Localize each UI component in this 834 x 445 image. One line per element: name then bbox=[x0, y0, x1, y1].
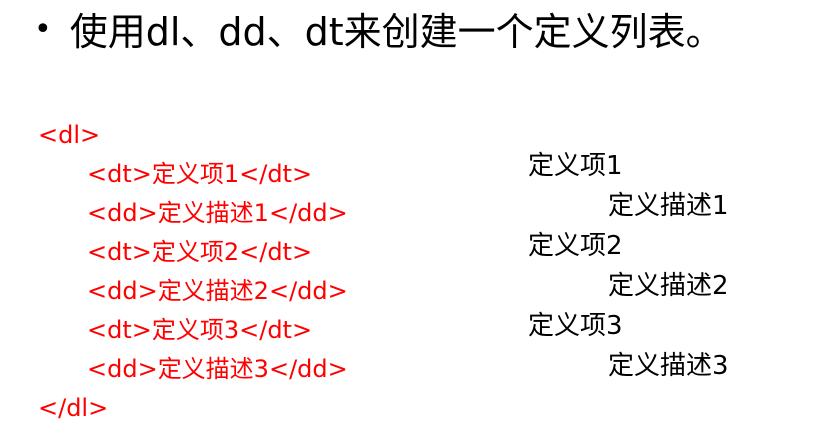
code-line-dd-2: <dd>定义描述2</dd> bbox=[87, 277, 348, 305]
definition-desc-2: 定义描述2 bbox=[608, 271, 729, 301]
code-line-dl-close: </dl> bbox=[38, 394, 109, 422]
heading-text: 使用dl、dd、dt来创建一个定义列表。 bbox=[69, 10, 724, 54]
slide-heading: • 使用dl、dd、dt来创建一个定义列表。 bbox=[34, 4, 724, 60]
rendered-definition-list: 定义项1 定义描述1 定义项2 定义描述2 定义项3 定义描述3 bbox=[528, 146, 729, 386]
code-line-dt-1: <dt>定义项1</dt> bbox=[87, 160, 313, 188]
slide: • 使用dl、dd、dt来创建一个定义列表。 <dl> <dt>定义项1</dt… bbox=[0, 0, 834, 445]
definition-term-2: 定义项2 bbox=[528, 231, 623, 261]
code-line-dt-2: <dt>定义项2</dt> bbox=[87, 238, 313, 266]
definition-term-1: 定义项1 bbox=[528, 151, 623, 181]
definition-desc-1: 定义描述1 bbox=[608, 191, 729, 221]
code-line-dt-3: <dt>定义项3</dt> bbox=[87, 316, 313, 344]
code-line-dl-open: <dl> bbox=[38, 121, 101, 149]
definition-term-3: 定义项3 bbox=[528, 311, 623, 341]
code-line-dd-1: <dd>定义描述1</dd> bbox=[87, 199, 348, 227]
code-line-dd-3: <dd>定义描述3</dd> bbox=[87, 355, 348, 383]
code-example: <dl> <dt>定义项1</dt> <dd>定义描述1</dd> <dt>定义… bbox=[38, 116, 348, 428]
bullet-icon: • bbox=[34, 12, 52, 47]
definition-desc-3: 定义描述3 bbox=[608, 351, 729, 381]
